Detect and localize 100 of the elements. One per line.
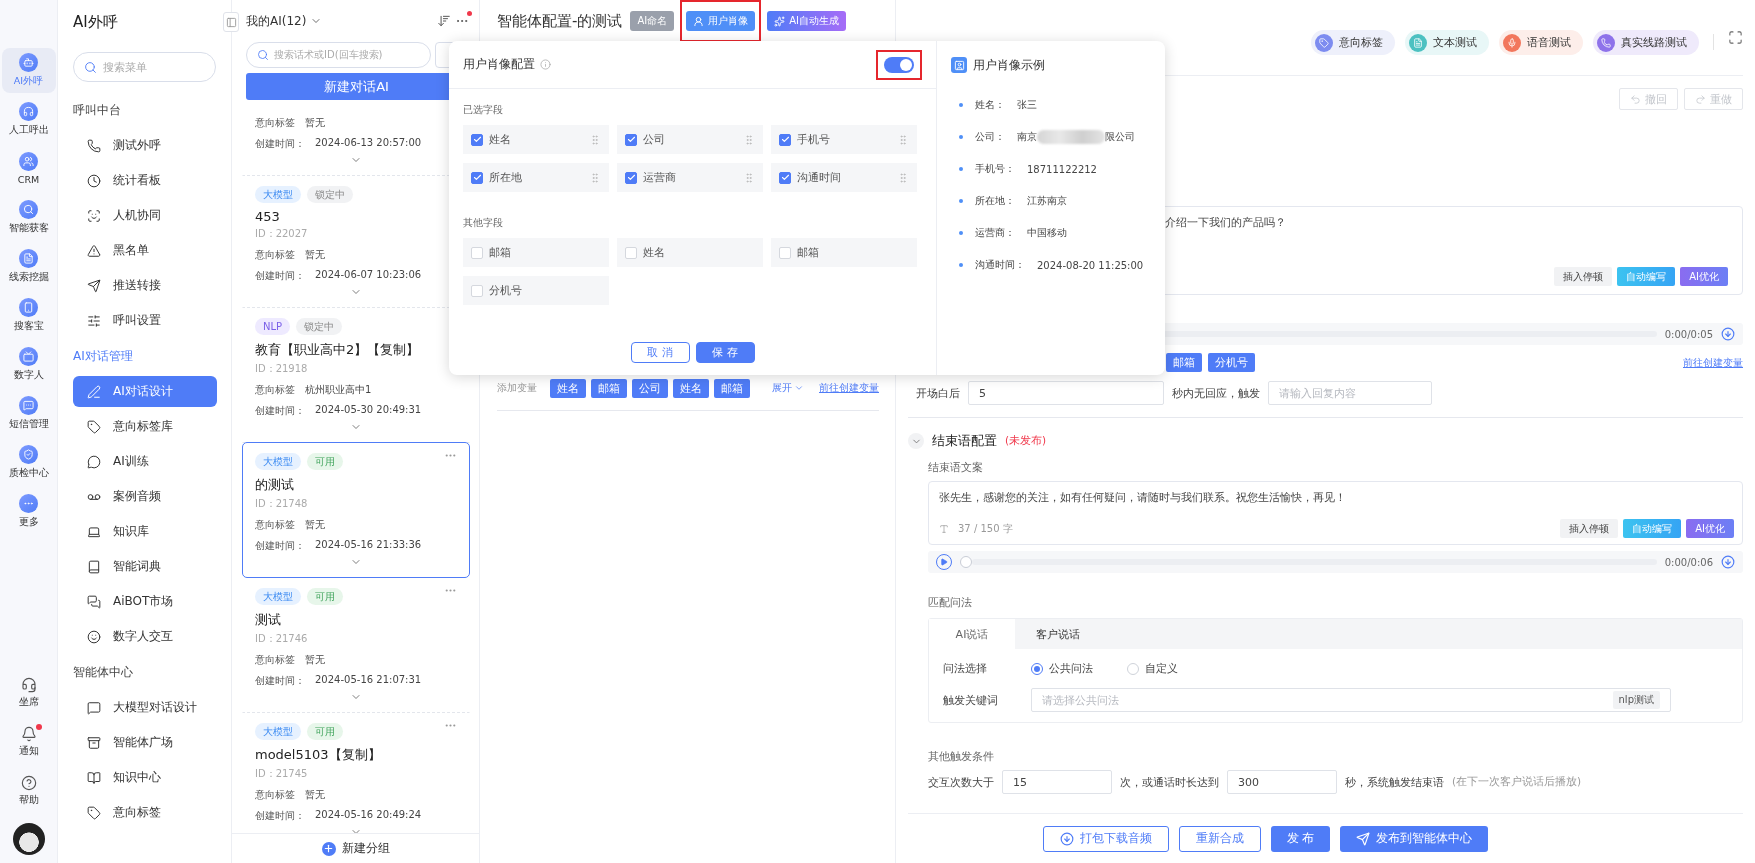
list-card[interactable]: 大模型 可用 model5103【复制】 ID：21745 意向标签 暂无 创建时间： 2024-05-16 20:49:24 bbox=[242, 712, 470, 833]
tool-button[interactable]: 真实线路测试 bbox=[1593, 30, 1699, 55]
drag-handle-icon[interactable] bbox=[743, 171, 755, 184]
rail-item[interactable]: 线索挖掘 bbox=[1, 244, 56, 289]
footer-button[interactable]: 发布到智能体中心 bbox=[1340, 825, 1489, 852]
tool-button[interactable]: 文本测试 bbox=[1405, 30, 1489, 55]
rail-item[interactable]: 更多 bbox=[1, 489, 56, 534]
menu-item[interactable]: 案例音频 bbox=[73, 481, 217, 512]
avatar[interactable] bbox=[12, 823, 45, 855]
variable-chip[interactable]: 邮箱 bbox=[591, 378, 627, 398]
variable-chip[interactable]: 分机号 bbox=[1208, 353, 1255, 372]
rail-item[interactable]: 数字人 bbox=[1, 342, 56, 387]
menu-item[interactable]: 意向标签 bbox=[73, 797, 217, 828]
save-button[interactable]: 保 存 bbox=[695, 342, 755, 363]
checkbox[interactable] bbox=[779, 171, 791, 184]
menu-item[interactable]: 意向标签库 bbox=[73, 411, 217, 442]
rail-item[interactable]: 短信管理 bbox=[1, 391, 56, 436]
plus-icon[interactable] bbox=[321, 841, 336, 856]
field-option[interactable]: 手机号 bbox=[771, 125, 917, 154]
rail-item[interactable]: CRM bbox=[1, 146, 56, 191]
menu-item[interactable]: 智能体广场 bbox=[73, 727, 217, 758]
card-id: ID：22027 bbox=[255, 227, 309, 241]
tab[interactable]: AI说话 bbox=[929, 619, 1015, 649]
rail-item[interactable]: 坐席 bbox=[1, 670, 56, 715]
variable-chip[interactable]: 姓名 bbox=[550, 378, 586, 398]
menu-item[interactable]: 统计看板 bbox=[73, 165, 217, 196]
checkbox[interactable] bbox=[779, 133, 791, 146]
menu-item[interactable]: 智能词典 bbox=[73, 551, 217, 582]
selected-card[interactable]: 大模型 可用 的测试 ID：21748 意向标签 暂无 创建时间： 2024-05-16 21:33:36 bbox=[242, 442, 470, 578]
toggle-switch[interactable] bbox=[884, 56, 914, 73]
variable-chip[interactable]: 姓名 bbox=[673, 378, 709, 398]
rail-item[interactable]: 搜客宝 bbox=[1, 293, 56, 338]
field-option[interactable]: 沟通时间 bbox=[771, 163, 917, 192]
drag-handle-icon[interactable] bbox=[589, 171, 601, 184]
field-option[interactable]: 姓名 bbox=[617, 238, 763, 267]
menu-item[interactable]: 人机协同 bbox=[73, 200, 217, 231]
menu-item[interactable]: 黑名单 bbox=[73, 235, 217, 266]
list-card[interactable]: 大模型 可用 测试 ID：21746 意向标签 暂无 创建时间： 2024-05-16 21:07:31 bbox=[242, 577, 470, 713]
text-area[interactable]: 张先生，感谢您的关注，如有任何疑问，请随时与我们联系。祝您生活愉快，再见！ 37 / 150 字 插入停顿 自动编写 AI优化 bbox=[928, 481, 1743, 545]
drag-handle-icon[interactable] bbox=[897, 171, 909, 184]
field-option[interactable]: 邮箱 bbox=[463, 238, 609, 267]
variable-chip[interactable]: 邮箱 bbox=[714, 378, 750, 398]
rail-item[interactable]: 帮助 bbox=[1, 768, 56, 813]
field-option[interactable]: 邮箱 bbox=[771, 238, 917, 267]
checkbox[interactable] bbox=[471, 133, 483, 146]
checkbox[interactable] bbox=[625, 133, 637, 146]
checkbox[interactable] bbox=[625, 171, 637, 184]
menu-item[interactable]: 大模型对话设计 bbox=[73, 692, 217, 723]
chevron-down-icon[interactable] bbox=[908, 433, 924, 449]
menu-item[interactable]: AI对话设计 bbox=[73, 376, 217, 407]
rail-item[interactable]: 智能获客 bbox=[1, 195, 56, 240]
tab[interactable]: 客户说话 bbox=[1015, 619, 1101, 649]
drag-handle-icon[interactable] bbox=[589, 133, 601, 146]
field-option[interactable]: 运营商 bbox=[617, 163, 763, 192]
menu-item[interactable]: 推送转接 bbox=[73, 270, 217, 301]
rail-item[interactable]: 质检中心 bbox=[1, 440, 56, 485]
footer-button[interactable]: 重新合成 bbox=[1178, 825, 1261, 852]
tool-button[interactable]: 语音测试 bbox=[1499, 30, 1583, 55]
audio-thumb[interactable] bbox=[960, 556, 972, 568]
create-variable-link[interactable]: 前往创建变量 bbox=[819, 381, 879, 395]
menu-item[interactable]: 知识中心 bbox=[73, 762, 217, 793]
menu-item[interactable]: 呼叫设置 bbox=[73, 305, 217, 336]
cancel-button[interactable]: 取 消 bbox=[630, 342, 690, 363]
rail-item[interactable]: 人工呼出 bbox=[1, 97, 56, 142]
list-title[interactable]: 我的AI(12) bbox=[246, 12, 307, 30]
variable-chip[interactable]: 公司 bbox=[632, 378, 668, 398]
menu-item[interactable]: 测试外呼 bbox=[73, 130, 217, 161]
field-option[interactable]: 公司 bbox=[617, 125, 763, 154]
seconds-field[interactable]: 5 bbox=[968, 381, 1164, 405]
field-option[interactable]: 姓名 bbox=[463, 125, 609, 154]
tool-button[interactable]: 意向标签 bbox=[1311, 30, 1395, 55]
duration-field[interactable]: 300 bbox=[1227, 770, 1337, 794]
action-button[interactable]: AI优化 bbox=[1680, 267, 1728, 286]
radio-option[interactable]: 公共问法 bbox=[1031, 661, 1093, 676]
radio-option[interactable]: 自定义 bbox=[1127, 661, 1178, 676]
expand-link[interactable]: 展开 bbox=[772, 381, 804, 395]
footer-button[interactable]: 打包下载音频 bbox=[1042, 825, 1169, 852]
checkbox[interactable] bbox=[471, 171, 483, 184]
action-button[interactable]: 插入停顿 bbox=[1560, 519, 1619, 538]
variable-chip[interactable]: 邮箱 bbox=[1166, 353, 1202, 372]
download-icon[interactable] bbox=[1721, 327, 1735, 341]
keyword-field[interactable]: 请选择公共问法 nlp测试 bbox=[1031, 688, 1671, 712]
menu-item[interactable]: AiBOT市场 bbox=[73, 586, 217, 617]
field-option[interactable]: 所在地 bbox=[463, 163, 609, 192]
drag-handle-icon[interactable] bbox=[897, 133, 909, 146]
download-icon[interactable] bbox=[1721, 555, 1735, 569]
create-variable-link[interactable]: 前往创建变量 bbox=[1683, 355, 1743, 370]
menu-item[interactable]: AI训练 bbox=[73, 446, 217, 477]
count-field[interactable]: 15 bbox=[1002, 770, 1112, 794]
collapse-button[interactable] bbox=[223, 12, 239, 32]
header-tag-button[interactable]: AI自动生成 bbox=[767, 11, 846, 31]
menu-item[interactable]: 数字人交互 bbox=[73, 621, 217, 652]
action-button[interactable]: AI优化 bbox=[1686, 519, 1734, 538]
menu-item[interactable]: 知识库 bbox=[73, 516, 217, 547]
footer-button[interactable]: 发 布 bbox=[1270, 825, 1331, 852]
drag-handle-icon[interactable] bbox=[743, 133, 755, 146]
rail-item[interactable]: 通知 bbox=[1, 719, 56, 764]
action-button[interactable]: 插入停顿 bbox=[1554, 267, 1613, 286]
new-group-link[interactable]: 新建分组 bbox=[341, 840, 390, 857]
field-option[interactable]: 分机号 bbox=[463, 276, 609, 305]
